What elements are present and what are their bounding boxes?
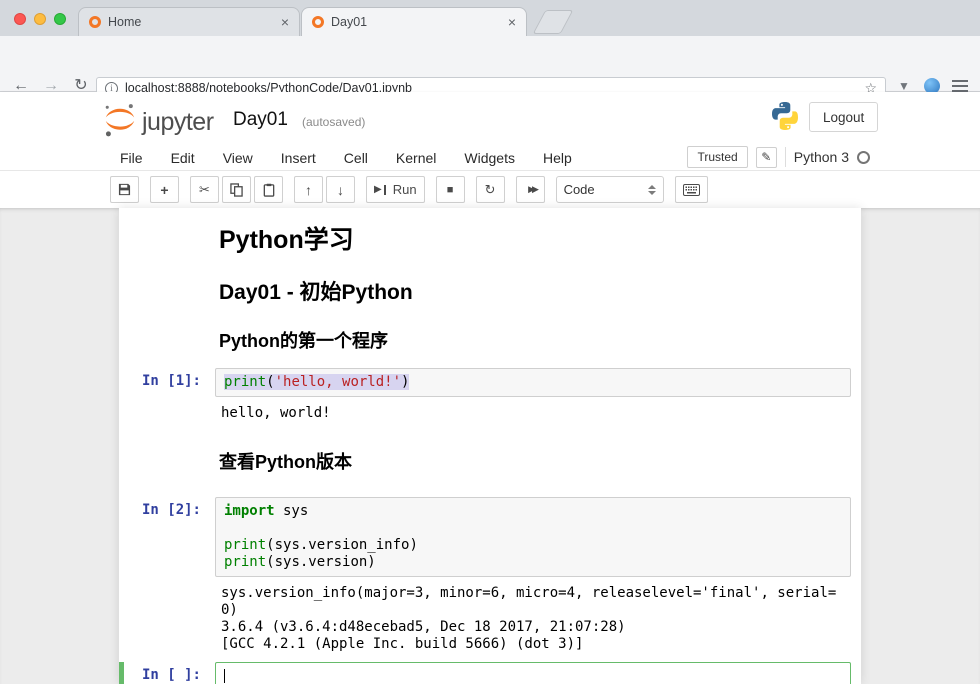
cell-type-dropdown[interactable]: Code [556,176,664,203]
command-palette-button[interactable] [675,176,708,203]
tab-title: Day01 [331,15,367,29]
paste-icon [263,183,275,197]
restart-run-all-button[interactable]: ▶▶ [516,176,545,203]
heading-python-study: Python学习 [215,226,851,255]
save-icon [118,183,131,196]
interrupt-kernel-button[interactable]: ■ [436,176,465,203]
markdown-cell-h2[interactable]: Day01 - 初始Python [119,280,861,305]
code-input-1[interactable]: print('hello, world!') [215,368,851,397]
move-cell-up-button[interactable]: ↑ [294,176,323,203]
selected-code: print('hello, world!') [224,374,409,390]
jupyter-favicon [89,16,101,28]
cut-cell-button[interactable]: ✂ [190,176,219,203]
run-cell-button[interactable]: ▶Run [366,176,425,203]
heading-check-version: 查看Python版本 [215,452,851,473]
output-area-2: sys.version_info(major=3, minor=6, micro… [119,585,861,653]
markdown-cell-h3-second[interactable]: 查看Python版本 [119,452,861,473]
notebook-title[interactable]: Day01 [233,109,288,131]
dropdown-arrows-icon [648,185,656,195]
jupyter-logo-text: jupyter [142,108,214,137]
kernel-name: Python 3 [794,149,849,165]
markdown-cell-h3-first[interactable]: Python的第一个程序 [119,331,861,352]
menu-file[interactable]: File [120,150,143,166]
output-area-1: hello, world! [119,405,861,422]
move-cell-down-button[interactable]: ↓ [326,176,355,203]
notebook-menubar: File Edit View Insert Cell Kernel Widget… [120,146,572,170]
extension-icon[interactable]: ▼ [898,79,910,93]
jupyter-logo[interactable]: jupyter [103,102,214,138]
menu-insert[interactable]: Insert [281,150,316,166]
menu-cell[interactable]: Cell [344,150,368,166]
restart-kernel-button[interactable]: ↻ [476,176,505,203]
input-prompt: In [ ]: [119,662,215,684]
browser-tab-home[interactable]: Home × [78,7,300,36]
checkpoint-status: (autosaved) [302,115,365,129]
divider [785,147,786,167]
minimize-window-button[interactable] [34,13,46,25]
markdown-cell-h1[interactable]: Python学习 [119,226,861,255]
kernel-status-icon [857,151,870,164]
menu-widgets[interactable]: Widgets [464,150,515,166]
heading-first-program: Python的第一个程序 [215,331,851,352]
menu-edit[interactable]: Edit [171,150,195,166]
copy-cell-button[interactable] [222,176,251,203]
text-cursor [224,669,225,683]
menu-help[interactable]: Help [543,150,572,166]
cell-output: hello, world! [215,405,837,422]
code-input-3[interactable] [215,662,851,684]
step-bar-icon [384,185,386,195]
copy-icon [230,183,243,197]
menu-kernel[interactable]: Kernel [396,150,436,166]
notebook-toolbar: + ✂ ↑ ↓ ▶Run ■ ↻ ▶▶ Code [110,176,708,203]
browser-toolbar-area: ← → ↻ i localhost:8888/notebooks/PythonC… [0,36,980,92]
close-tab-icon[interactable]: × [281,15,289,29]
menu-view[interactable]: View [223,150,253,166]
trusted-badge[interactable]: Trusted [687,146,747,168]
edit-mode-pencil-icon: ✎ [756,147,777,168]
zoom-window-button[interactable] [54,13,66,25]
keyboard-icon [683,184,700,196]
new-tab-button[interactable] [533,10,574,34]
browser-tab-day01[interactable]: Day01 × [301,7,527,36]
notebook-page: Python学习 Day01 - 初始Python Python的第一个程序 I… [119,208,861,684]
code-cell-3-selected[interactable]: In [ ]: [119,662,861,684]
browser-tab-strip: Home × Day01 × [0,0,980,36]
close-tab-icon[interactable]: × [508,15,516,29]
menubar-right-cluster: Trusted ✎ Python 3 [687,144,870,170]
tab-title: Home [108,15,141,29]
python-logo-icon [770,101,800,136]
add-cell-button[interactable]: + [150,176,179,203]
save-button[interactable] [110,176,139,203]
code-cell-2[interactable]: In [2]: import sys print(sys.version_inf… [119,497,861,577]
jupyter-logo-icon [103,102,137,138]
code-cell-1[interactable]: In [1]: print('hello, world!') [119,368,861,397]
close-window-button[interactable] [14,13,26,25]
heading-day01: Day01 - 初始Python [215,280,851,305]
paste-cell-button[interactable] [254,176,283,203]
play-icon: ▶ [374,184,382,195]
logout-button[interactable]: Logout [809,102,878,132]
notebook-body: Python学习 Day01 - 初始Python Python的第一个程序 I… [0,208,980,684]
jupyter-favicon [312,16,324,28]
code-input-2[interactable]: import sys print(sys.version_info) print… [215,497,851,577]
input-prompt: In [2]: [119,497,215,577]
cell-output: sys.version_info(major=3, minor=6, micro… [215,585,837,653]
jupyter-header: jupyter Day01 (autosaved) Logout File Ed… [0,92,980,208]
input-prompt: In [1]: [119,368,215,397]
divider [0,170,980,171]
